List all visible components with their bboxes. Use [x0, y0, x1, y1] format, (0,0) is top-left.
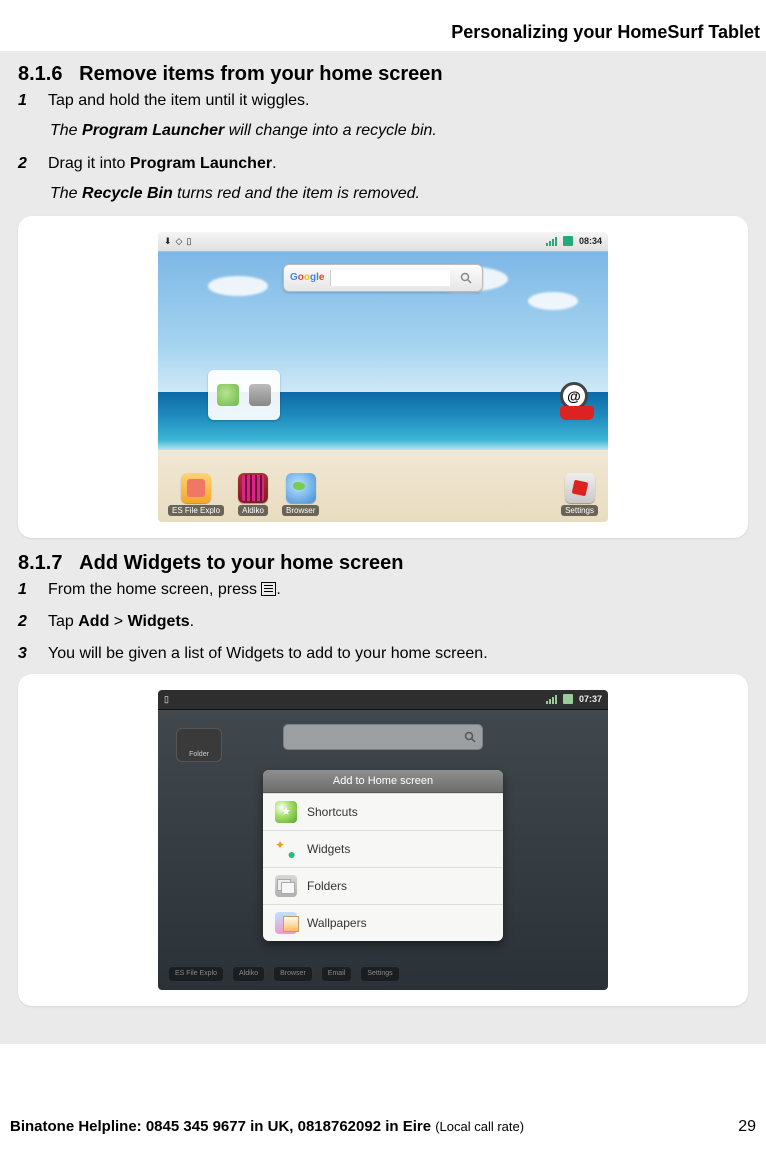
panel-title: Add to Home screen — [263, 770, 503, 793]
wallpapers-icon — [275, 912, 297, 934]
option-shortcuts[interactable]: Shortcuts — [263, 793, 503, 830]
sd-icon: ▯ — [186, 236, 191, 247]
helpline-text: Binatone Helpline: 0845 345 9677 in UK, … — [10, 1118, 435, 1135]
es-file-icon — [181, 473, 211, 503]
section-816-steps: 1 Tap and hold the item until it wiggles… — [18, 90, 748, 112]
section-817-heading: 8.1.7 Add Widgets to your home screen — [18, 552, 748, 575]
section-817-steps: 1 From the home screen, press . 2 Tap Ad… — [18, 579, 748, 666]
app-settings[interactable]: Settings — [561, 473, 598, 516]
step-text: You will be given a list of Widgets to a… — [48, 643, 748, 665]
status-time: 07:37 — [579, 694, 602, 704]
app-label: ES File Explo — [168, 505, 224, 516]
section-816-number: 8.1.6 — [18, 63, 62, 85]
figure-home-screen: ⬇ ◇ ▯ 08:34 Google — [18, 216, 748, 538]
download-icon: ⬇ — [164, 236, 172, 247]
list-item: 3 You will be given a list of Widgets to… — [18, 643, 748, 665]
call-rate: (Local call rate) — [435, 1119, 524, 1134]
dimmed-home: Folder Add to Home screen Shortcuts Widg… — [158, 710, 608, 990]
app-label: Aldiko — [238, 505, 268, 516]
dim-dock: ES File Explo Aldiko Browser Email Setti… — [158, 966, 608, 982]
section-816-heading: 8.1.6 Remove items from your home screen — [18, 63, 748, 86]
app-browser[interactable]: Browser — [282, 473, 319, 516]
option-folders[interactable]: Folders — [263, 867, 503, 904]
search-input[interactable] — [330, 270, 450, 286]
aldiko-icon — [238, 473, 268, 503]
list-item: 1 From the home screen, press . — [18, 579, 748, 601]
wifi-icon: ◇ — [176, 236, 183, 247]
google-logo: Google — [290, 272, 324, 283]
app-label: Settings — [561, 505, 598, 516]
option-label: Shortcuts — [307, 805, 358, 819]
browser-icon — [286, 473, 316, 503]
list-item: 2 Tap Add > Widgets. — [18, 611, 748, 633]
app-label: Browser — [282, 505, 319, 516]
email-app-icon[interactable]: @ — [560, 382, 600, 418]
search-icon — [464, 731, 476, 743]
app-aldiko[interactable]: Aldiko — [238, 473, 268, 516]
step-number: 1 — [18, 90, 36, 112]
status-time: 08:34 — [579, 236, 602, 246]
option-wallpapers[interactable]: Wallpapers — [263, 904, 503, 941]
tablet-screenshot-1: ⬇ ◇ ▯ 08:34 Google — [158, 232, 608, 522]
list-item: 1 Tap and hold the item until it wiggles… — [18, 90, 748, 112]
note-program-launcher: The Program Launcher will change into a … — [50, 120, 748, 142]
figure-add-to-home: ▯ 07:37 Folder Add to Home screen — [18, 674, 748, 1006]
settings-icon — [565, 473, 595, 503]
step-text: Tap and hold the item until it wiggles. — [48, 90, 748, 112]
chapter-title: Personalizing your HomeSurf Tablet — [0, 0, 766, 51]
step-text: Tap Add > Widgets. — [48, 611, 748, 633]
widgets-icon — [275, 838, 297, 860]
list-item: 2 Drag it into Program Launcher. — [18, 153, 748, 175]
option-label: Widgets — [307, 842, 350, 856]
add-to-home-panel: Add to Home screen Shortcuts Widgets Fol… — [263, 770, 503, 941]
google-search-widget[interactable]: Google — [283, 264, 483, 292]
home-wallpaper: Google @ — [158, 252, 608, 522]
folders-icon — [275, 875, 297, 897]
status-bar: ▯ 07:37 — [158, 690, 608, 710]
option-label: Wallpapers — [307, 916, 367, 930]
battery-icon — [563, 694, 573, 704]
section-817-title: Add Widgets to your home screen — [79, 552, 403, 574]
search-icon[interactable] — [456, 268, 476, 288]
step-number: 2 — [18, 153, 36, 175]
folder-widget: Folder — [176, 728, 222, 762]
signal-icon — [546, 237, 557, 246]
menu-icon — [261, 582, 276, 596]
step-number: 2 — [18, 611, 36, 633]
dock-item: Settings — [360, 966, 399, 982]
step-text: From the home screen, press . — [48, 579, 748, 601]
status-bar: ⬇ ◇ ▯ 08:34 — [158, 232, 608, 252]
note-recycle-bin: The Recycle Bin turns red and the item i… — [50, 183, 748, 205]
email-label-bg — [560, 406, 594, 420]
shortcuts-icon — [275, 801, 297, 823]
app-es-file-explorer[interactable]: ES File Explo — [168, 473, 224, 516]
dock-item: Aldiko — [232, 966, 265, 982]
home-widget[interactable] — [208, 370, 280, 420]
content-area: 8.1.6 Remove items from your home screen… — [0, 51, 766, 1044]
section-816-title: Remove items from your home screen — [79, 63, 442, 85]
page-footer: Binatone Helpline: 0845 345 9677 in UK, … — [0, 1118, 766, 1136]
tablet-screenshot-2: ▯ 07:37 Folder Add to Home screen — [158, 690, 608, 990]
search-widget-dimmed — [283, 724, 483, 750]
widget-icon-2 — [249, 384, 271, 406]
dock-item: ES File Explo — [168, 966, 224, 982]
option-label: Folders — [307, 879, 347, 893]
step-number: 3 — [18, 643, 36, 665]
section-816-steps-cont: 2 Drag it into Program Launcher. — [18, 153, 748, 175]
signal-icon — [546, 695, 557, 704]
battery-icon — [563, 236, 573, 246]
widget-icon-1 — [217, 384, 239, 406]
step-text: Drag it into Program Launcher. — [48, 153, 748, 175]
step-number: 1 — [18, 579, 36, 601]
section-817-number: 8.1.7 — [18, 552, 62, 574]
app-dock: ES File Explo Aldiko Browser — [158, 473, 608, 516]
dock-item: Email — [321, 966, 353, 982]
dock-item: Browser — [273, 966, 313, 982]
option-widgets[interactable]: Widgets — [263, 830, 503, 867]
page-number: 29 — [738, 1118, 756, 1136]
notif-icon: ▯ — [164, 694, 169, 704]
